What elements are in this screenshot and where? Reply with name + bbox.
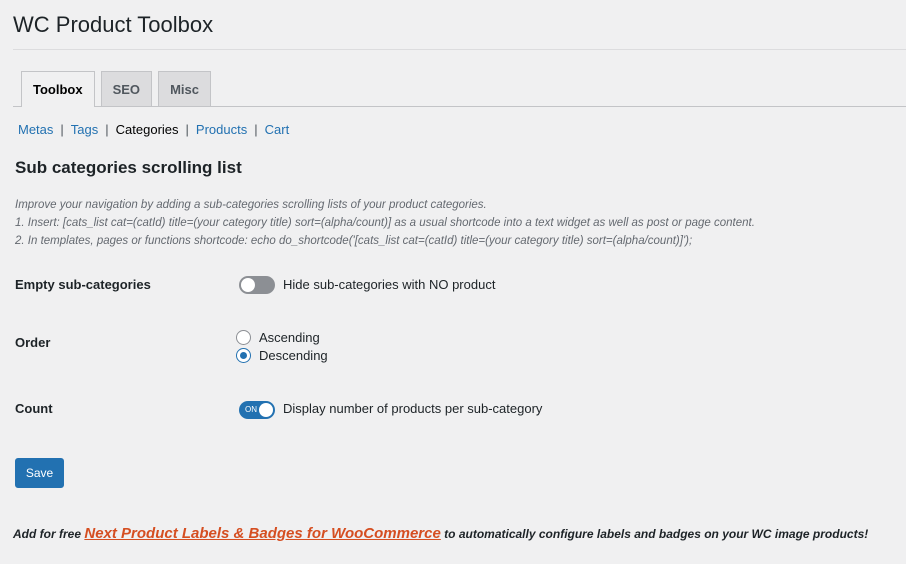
save-button[interactable]: Save bbox=[15, 458, 64, 488]
subnav-link-products[interactable]: Products bbox=[196, 122, 247, 137]
nav-tabs: Toolbox SEO Misc bbox=[21, 71, 906, 107]
page-title: WC Product Toolbox bbox=[13, 12, 214, 37]
subnav-current-categories: Categories bbox=[115, 122, 179, 137]
order-option-descending[interactable]: Descending bbox=[236, 348, 328, 363]
section-title: Sub categories scrolling list bbox=[15, 158, 242, 177]
subnav-link-metas[interactable]: Metas bbox=[18, 122, 53, 137]
count-toggle[interactable]: ON bbox=[239, 401, 275, 419]
count-label: Count bbox=[15, 401, 53, 416]
empty-subcategories-toggle[interactable] bbox=[239, 276, 275, 294]
empty-subcategories-description: Hide sub-categories with NO product bbox=[283, 277, 496, 292]
subnav-separator: | bbox=[185, 122, 189, 137]
subnav-separator: | bbox=[60, 122, 64, 137]
subnav-link-cart[interactable]: Cart bbox=[265, 122, 290, 137]
radio-label-descending: Descending bbox=[259, 348, 328, 363]
tab-toolbox[interactable]: Toolbox bbox=[21, 71, 95, 107]
order-label: Order bbox=[15, 335, 51, 350]
tab-misc[interactable]: Misc bbox=[158, 71, 211, 106]
count-description: Display number of products per sub-categ… bbox=[283, 401, 543, 416]
tab-seo[interactable]: SEO bbox=[100, 71, 153, 106]
description-line: 1. Insert: [cats_list cat=(catId) title=… bbox=[15, 217, 755, 229]
radio-descending[interactable] bbox=[236, 348, 251, 363]
subnav: Metas | Tags | Categories | Products | C… bbox=[18, 122, 289, 137]
toggle-knob bbox=[259, 403, 273, 417]
empty-subcategories-label: Empty sub-categories bbox=[15, 277, 151, 292]
order-option-ascending[interactable]: Ascending bbox=[236, 330, 320, 345]
section-description: Improve your navigation by adding a sub-… bbox=[15, 196, 755, 250]
promo-prefix: Add for free bbox=[13, 527, 82, 541]
promo-notice: Add for free Next Product Labels & Badge… bbox=[13, 525, 868, 542]
title-divider bbox=[13, 49, 906, 50]
subnav-link-tags[interactable]: Tags bbox=[71, 122, 98, 137]
subnav-separator: | bbox=[254, 122, 258, 137]
promo-link[interactable]: Next Product Labels & Badges for WooComm… bbox=[84, 525, 440, 542]
description-line: Improve your navigation by adding a sub-… bbox=[15, 199, 487, 211]
subnav-separator: | bbox=[105, 122, 109, 137]
radio-label-ascending: Ascending bbox=[259, 330, 320, 345]
promo-suffix: to automatically configure labels and ba… bbox=[444, 527, 869, 541]
toggle-knob bbox=[241, 278, 255, 292]
tabs-divider bbox=[13, 106, 906, 107]
radio-ascending[interactable] bbox=[236, 330, 251, 345]
description-line: 2. In templates, pages or functions shor… bbox=[15, 235, 693, 247]
toggle-on-text: ON bbox=[245, 405, 257, 414]
